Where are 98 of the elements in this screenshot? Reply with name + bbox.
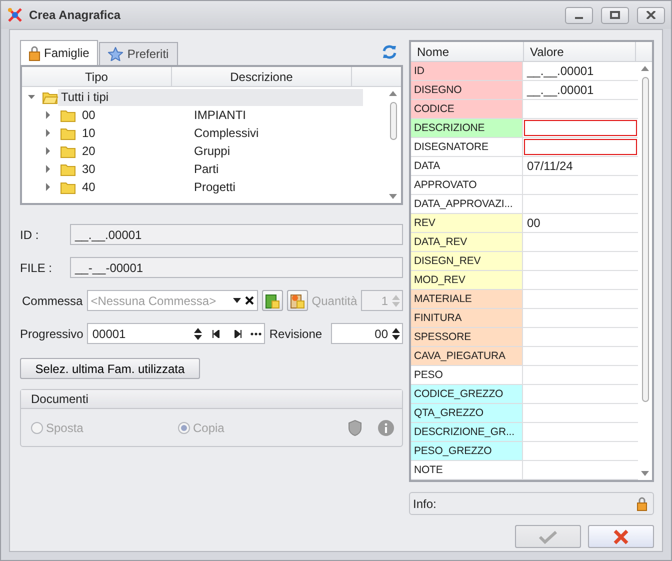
field-label: FILE : [20, 260, 54, 274]
collapsed-arrow-icon[interactable] [44, 111, 52, 119]
close-icon [613, 528, 629, 544]
property-name: FINITURA [411, 309, 523, 327]
clipboard-icon [264, 292, 280, 308]
clear-icon[interactable] [244, 296, 254, 305]
file-field[interactable]: __-__-00001 [70, 257, 403, 278]
property-name: CODICE_GREZZO [411, 385, 523, 403]
info-icon[interactable] [378, 420, 394, 436]
property-name: CODICE [411, 100, 523, 118]
tree-item[interactable]: 30 [82, 162, 96, 176]
property-input-field[interactable] [524, 139, 637, 155]
folder-icon [60, 180, 76, 194]
more-icon[interactable] [250, 332, 262, 336]
property-name: PESO_GREZZO [411, 442, 523, 460]
property-name: ID [411, 62, 523, 80]
property-name: MATERIALE [411, 290, 523, 308]
folder-icon [60, 162, 76, 176]
star-icon [108, 47, 124, 61]
group-title: Documenti [31, 392, 88, 406]
dropdown-caret-icon[interactable] [232, 298, 241, 303]
collapsed-arrow-icon[interactable] [44, 147, 52, 155]
tree-item[interactable]: 10 [82, 126, 96, 140]
column-header[interactable]: Descrizione [172, 67, 352, 86]
property-name: DESCRIZIONE [411, 119, 523, 137]
close-button[interactable] [637, 6, 665, 24]
field-label: Revisione [269, 326, 322, 340]
folder-icon [60, 126, 76, 140]
property-name: SPESSORE [411, 328, 523, 346]
property-value[interactable]: __.__.00001 [523, 62, 638, 80]
scrollbar-thumb[interactable] [390, 102, 396, 140]
spin-arrows-icon[interactable] [194, 326, 202, 340]
field-label: Quantità [312, 294, 358, 308]
field-label: Progressivo [20, 326, 84, 340]
property-name: APPROVATO [411, 176, 523, 194]
collapsed-arrow-icon[interactable] [44, 165, 52, 173]
property-name: MOD_REV [411, 271, 523, 289]
scroll-up-icon[interactable] [389, 91, 397, 96]
property-value[interactable]: 07/11/24 [523, 157, 638, 175]
revision-field[interactable]: 00 [331, 323, 403, 344]
info-label: Info: [413, 496, 436, 510]
tab[interactable]: Preferiti [99, 42, 178, 65]
last-record-icon[interactable] [234, 330, 242, 338]
lock-icon [637, 496, 647, 510]
shield-icon[interactable] [348, 420, 362, 436]
property-name: REV [411, 214, 523, 232]
expanded-arrow-icon[interactable] [28, 93, 36, 101]
spin-arrows-icon[interactable] [392, 326, 400, 340]
progressivo-field[interactable]: 00001 [87, 323, 266, 344]
property-name: QTA_GREZZO [411, 404, 523, 422]
field-label: ID : [20, 228, 40, 242]
new-folder-button[interactable] [286, 290, 308, 311]
last-family-button[interactable]: Selez. ultima Fam. utilizzata [20, 358, 200, 379]
checkmark-icon [538, 530, 558, 544]
tree-cell: Parti [194, 162, 219, 176]
app-logo-icon [7, 7, 23, 23]
property-value[interactable]: 00 [523, 214, 638, 232]
maximize-button[interactable] [601, 6, 629, 24]
folder-icon [60, 108, 76, 122]
tree-item[interactable]: 20 [82, 144, 96, 158]
lock-icon [29, 46, 40, 60]
id-field[interactable]: __.__.00001 [70, 224, 403, 245]
tree-item[interactable]: Tutti i tipi [58, 88, 363, 106]
folder-icon [60, 144, 76, 158]
tree-cell: Complessivi [194, 126, 259, 140]
tab[interactable]: Famiglie [20, 40, 98, 65]
property-input-field[interactable] [524, 120, 637, 136]
refresh-icon[interactable] [382, 45, 397, 59]
field-label: Commessa [22, 294, 83, 308]
tree-item[interactable]: 40 [82, 180, 96, 194]
property-name: CAVA_PIEGATURA [411, 347, 523, 365]
first-record-icon[interactable] [212, 330, 220, 338]
clipboard-button[interactable] [262, 290, 283, 311]
collapsed-arrow-icon[interactable] [44, 129, 52, 137]
scrollbar-thumb[interactable] [642, 77, 648, 402]
property-name: DISEGNO [411, 81, 523, 99]
tree-item[interactable]: 00 [82, 108, 96, 122]
scroll-down-icon[interactable] [389, 194, 397, 199]
scroll-down-icon[interactable] [641, 471, 649, 476]
window-title: Crea Anagrafica [29, 8, 122, 22]
property-value[interactable]: __.__.00001 [523, 81, 638, 99]
cancel-button[interactable] [588, 525, 654, 548]
close-icon [646, 11, 656, 19]
folder-star-icon [290, 292, 305, 308]
column-header[interactable]: Nome [411, 42, 524, 61]
property-name: DISEGN_REV [411, 252, 523, 270]
column-header[interactable]: Valore [524, 42, 636, 61]
folder-icon [42, 90, 58, 104]
maximize-icon [610, 11, 620, 19]
scroll-up-icon[interactable] [641, 66, 649, 71]
collapsed-arrow-icon[interactable] [44, 183, 52, 191]
minimize-button[interactable] [565, 6, 593, 24]
column-header[interactable]: Tipo [22, 67, 172, 86]
tree-cell: IMPIANTI [194, 108, 246, 122]
property-name: DATA_REV [411, 233, 523, 251]
tree-cell: Progetti [194, 180, 236, 194]
property-name: DESCRIZIONE_GR... [411, 423, 523, 441]
tree-cell: Gruppi [194, 144, 230, 158]
